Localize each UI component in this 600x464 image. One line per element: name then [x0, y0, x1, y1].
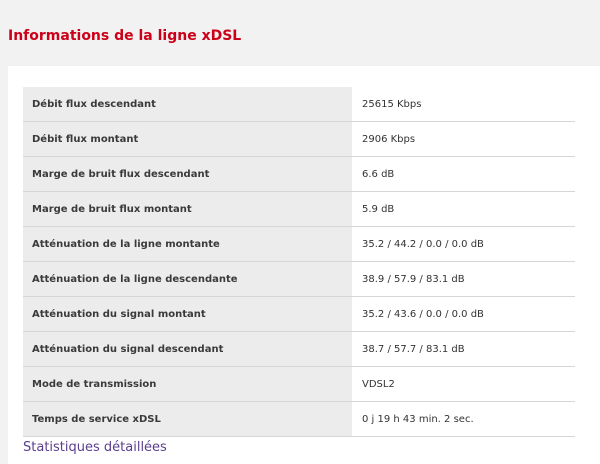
table-row: Atténuation du signal montant 35.2 / 43.…	[23, 296, 575, 332]
detailed-statistics-link[interactable]: Statistiques détaillées	[23, 440, 167, 455]
row-value: 38.9 / 57.9 / 83.1 dB	[352, 261, 575, 297]
row-label: Marge de bruit flux montant	[23, 191, 352, 227]
row-label: Atténuation de la ligne montante	[23, 226, 352, 262]
row-value: 2906 Kbps	[352, 121, 575, 157]
row-label: Atténuation de la ligne descendante	[23, 261, 352, 297]
row-label: Mode de transmission	[23, 366, 352, 402]
row-label: Débit flux montant	[23, 121, 352, 157]
row-value: 6.6 dB	[352, 156, 575, 192]
row-label: Débit flux descendant	[23, 87, 352, 122]
row-value: 35.2 / 44.2 / 0.0 / 0.0 dB	[352, 226, 575, 262]
row-value: 25615 Kbps	[352, 87, 575, 122]
row-value: 0 j 19 h 43 min. 2 sec.	[352, 401, 575, 437]
row-value: VDSL2	[352, 366, 575, 402]
table-row: Mode de transmission VDSL2	[23, 366, 575, 402]
row-value: 38.7 / 57.7 / 83.1 dB	[352, 331, 575, 367]
xdsl-info-table: Débit flux descendant 25615 Kbps Débit f…	[23, 87, 575, 437]
table-row: Temps de service xDSL 0 j 19 h 43 min. 2…	[23, 401, 575, 437]
table-row: Débit flux montant 2906 Kbps	[23, 121, 575, 157]
row-value: 35.2 / 43.6 / 0.0 / 0.0 dB	[352, 296, 575, 332]
header-bar: Informations de la ligne xDSL	[0, 0, 600, 66]
row-label: Temps de service xDSL	[23, 401, 352, 437]
row-label: Marge de bruit flux descendant	[23, 156, 352, 192]
table-row: Débit flux descendant 25615 Kbps	[23, 87, 575, 122]
table-row: Marge de bruit flux montant 5.9 dB	[23, 191, 575, 227]
row-label: Atténuation du signal montant	[23, 296, 352, 332]
table-row: Atténuation de la ligne descendante 38.9…	[23, 261, 575, 297]
table-row: Marge de bruit flux descendant 6.6 dB	[23, 156, 575, 192]
table-row: Atténuation du signal descendant 38.7 / …	[23, 331, 575, 367]
page-title: Informations de la ligne xDSL	[8, 28, 242, 44]
row-value: 5.9 dB	[352, 191, 575, 227]
table-row: Atténuation de la ligne montante 35.2 / …	[23, 226, 575, 262]
row-label: Atténuation du signal descendant	[23, 331, 352, 367]
